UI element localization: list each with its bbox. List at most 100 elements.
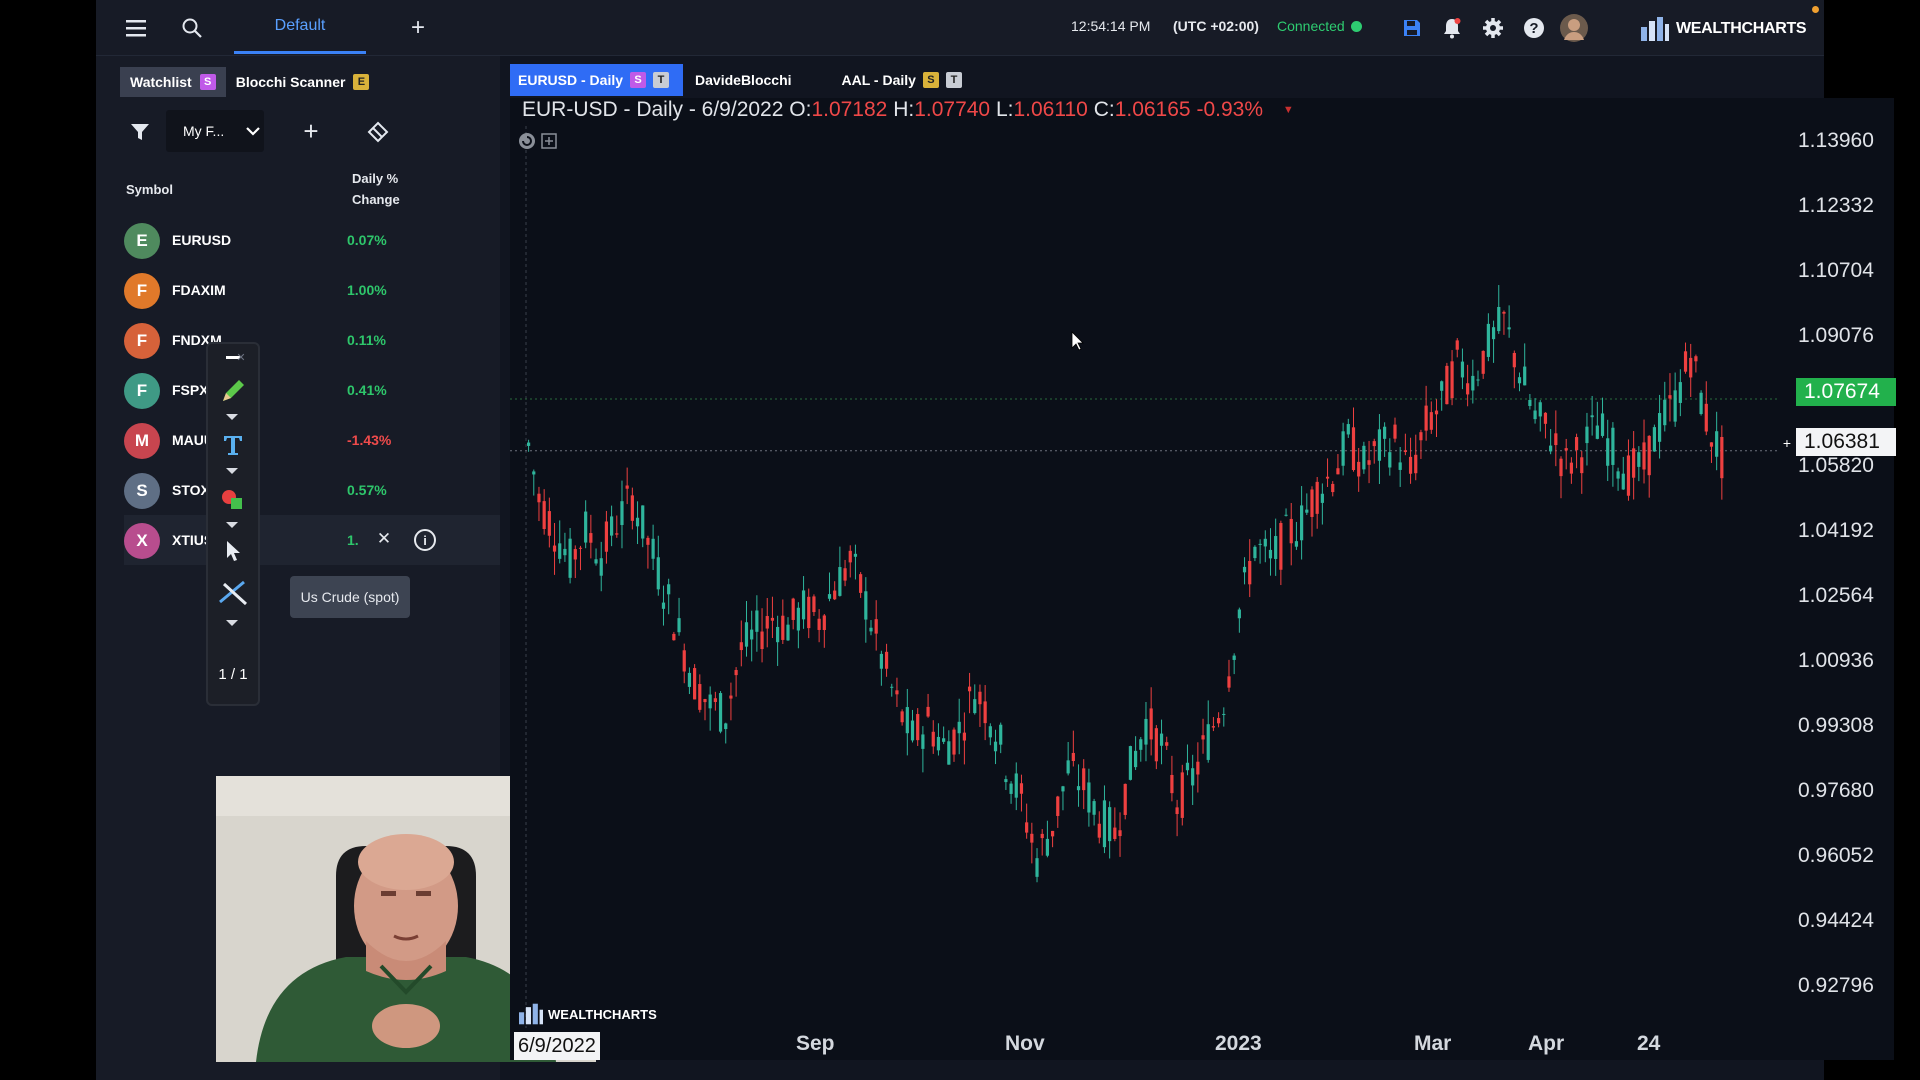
watchlist-row[interactable]: S STOXX5 0.57% (124, 465, 500, 515)
candle-body (796, 607, 800, 631)
bell-icon[interactable] (1438, 14, 1466, 42)
tab-eurusd-daily[interactable]: EURUSD - Daily S T (510, 64, 684, 96)
tab-davideblocchi[interactable]: DavideBlocchi (683, 64, 805, 96)
candle-body (900, 711, 904, 723)
tab-default[interactable]: Default (234, 0, 366, 54)
candle-body (1108, 807, 1112, 842)
help-icon[interactable]: ? (1520, 14, 1548, 42)
candle-body (656, 557, 660, 590)
candle-body (791, 598, 795, 620)
cursor-icon[interactable] (218, 538, 248, 564)
open-label: O: (789, 98, 812, 121)
high-label: H: (893, 98, 915, 121)
candle-body (822, 615, 826, 631)
line-dropdown-arrow[interactable] (226, 620, 238, 626)
candle-body (1222, 713, 1226, 715)
save-icon[interactable] (1398, 14, 1426, 42)
symbol-avatar: E (124, 223, 160, 259)
watchlist-filter-select[interactable]: My F... (166, 110, 264, 152)
candle-body (693, 668, 697, 700)
add-symbol-button[interactable]: + (296, 116, 326, 146)
search-icon[interactable] (178, 14, 206, 42)
gear-icon[interactable] (1479, 14, 1507, 42)
add-indicator-icon[interactable] (540, 132, 558, 150)
symbol-avatar: F (124, 373, 160, 409)
text-dropdown-arrow[interactable] (226, 468, 238, 474)
candle-body (1445, 365, 1449, 405)
clock-time: 12:54:14 PM (1071, 18, 1151, 34)
watchlist-row[interactable]: E EURUSD 0.07% (124, 215, 500, 265)
candle-body (1626, 455, 1631, 496)
candle-body (625, 485, 629, 489)
candle-body (661, 602, 666, 609)
watchlist-row[interactable]: F FNDXM 0.11% (124, 315, 500, 365)
candle-body (1149, 708, 1153, 740)
remove-row-icon[interactable]: ✕ (373, 528, 395, 550)
candle-body (568, 538, 572, 578)
pencil-icon[interactable] (218, 376, 248, 406)
symbol-avatar: S (124, 473, 160, 509)
watchlist-row[interactable]: M MAUUSD -1.43% (124, 415, 500, 465)
candle-body (827, 594, 832, 599)
filter-icon[interactable] (126, 118, 154, 146)
candle-body (973, 699, 977, 714)
candle-body (1159, 733, 1164, 746)
wealthcharts-logo-icon (519, 1003, 543, 1025)
candle-body (563, 548, 567, 556)
candle-body (1185, 762, 1190, 771)
info-icon[interactable]: i (414, 529, 436, 551)
watchlist-row[interactable]: F FSPXM 0.41% (124, 365, 500, 415)
candle-body (1564, 448, 1568, 451)
candle-body (921, 734, 925, 749)
tab-watchlist[interactable]: Watchlist S (120, 67, 226, 97)
candle-body (1388, 452, 1392, 468)
user-avatar[interactable] (1560, 14, 1588, 42)
candle-body (1699, 392, 1703, 415)
candle-body (724, 723, 728, 730)
candle-body (1082, 768, 1086, 791)
candle-body (1294, 541, 1299, 547)
candle-body (1196, 761, 1200, 775)
column-daily-change[interactable]: Daily % Change (352, 168, 422, 210)
candle-body (713, 698, 717, 702)
candle-body (1372, 441, 1376, 447)
eraser-icon[interactable] (364, 118, 392, 146)
watchlist-header: Symbol Daily % Change (126, 168, 486, 212)
shapes-dropdown-arrow[interactable] (226, 522, 238, 528)
menu-icon[interactable] (122, 14, 150, 42)
watchlist-row[interactable]: X XTIUSD 1. ✕ i (124, 515, 500, 565)
add-tab-icon[interactable]: + (404, 14, 432, 42)
price-chart[interactable]: EUR-USD - Daily - 6/9/2022 O:1.07182 H:1… (510, 98, 1896, 1060)
timezone-label: (UTC +02:00) (1173, 18, 1259, 34)
crosshair-plus-icon[interactable]: + (1780, 435, 1794, 451)
app-window: Default + 12:54:14 PM (UTC +02:00) Conne… (96, 0, 1896, 1080)
candle-body (1092, 801, 1096, 815)
watchlist-row[interactable]: F FDAXIM 1.00% (124, 265, 500, 315)
candlestick-plot[interactable] (510, 98, 1894, 1060)
close-icon[interactable]: ✕ (234, 350, 248, 364)
candle-body (1113, 827, 1117, 839)
pencil-dropdown-arrow[interactable] (226, 414, 238, 420)
candle-body (750, 629, 754, 640)
candle-body (589, 533, 593, 543)
candle-body (1004, 779, 1008, 783)
text-icon[interactable] (218, 430, 248, 460)
candle-body (1715, 431, 1719, 457)
candle-body (1523, 366, 1527, 386)
tab-aal-daily[interactable]: AAL - Daily S T (806, 64, 976, 96)
shapes-icon[interactable] (218, 484, 248, 514)
candle-body (1569, 462, 1573, 474)
candle-body (770, 617, 775, 621)
candle-body (630, 495, 634, 521)
column-symbol[interactable]: Symbol (126, 182, 173, 197)
candle-body (838, 567, 842, 596)
reset-zoom-icon[interactable] (518, 132, 536, 150)
candle-body (718, 693, 723, 732)
price-tick: 1.09076 (1798, 324, 1874, 347)
candle-body (1632, 448, 1636, 478)
line-tool-icon[interactable] (218, 574, 248, 608)
candle-body (532, 471, 536, 475)
candle-body (905, 707, 909, 734)
tab-blocchi-scanner[interactable]: Blocchi Scanner E (226, 67, 380, 97)
tab-badge: S (199, 74, 216, 90)
